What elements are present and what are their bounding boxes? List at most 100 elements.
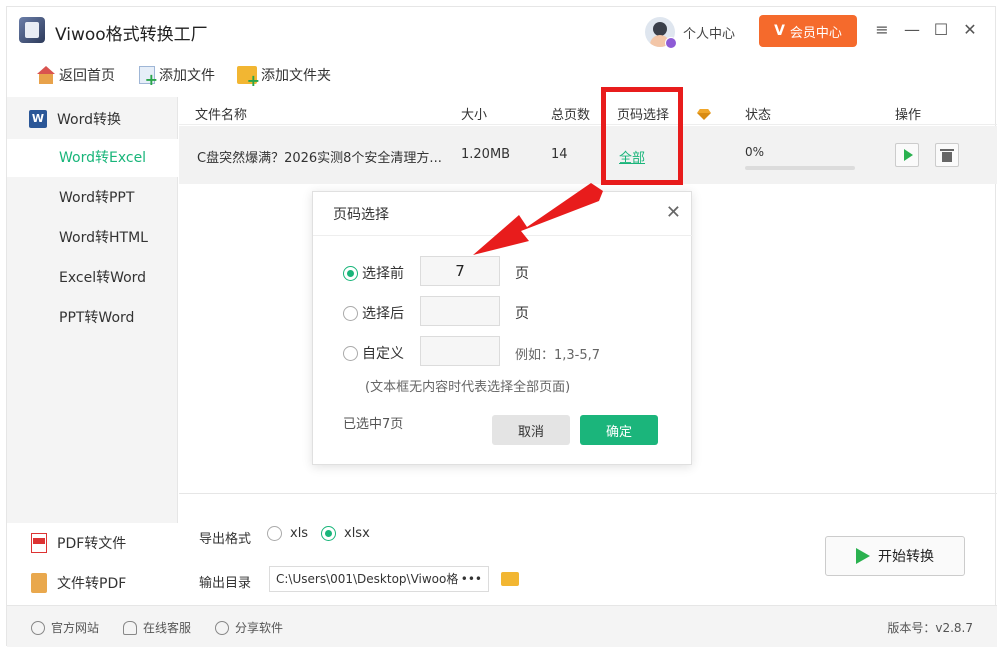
minimize-icon[interactable]: — — [903, 21, 921, 39]
vip-icon: V — [774, 23, 785, 39]
app-title: Viwoo格式转换工厂 — [55, 25, 208, 45]
support-label: 在线客服 — [143, 621, 192, 635]
radio-xls[interactable] — [267, 526, 282, 541]
sidebar-group-label: Word转换 — [57, 112, 121, 128]
highlight-box — [601, 87, 683, 185]
share-icon — [215, 620, 229, 635]
option-first-pages[interactable]: 选择前 — [343, 263, 404, 283]
folder-icon[interactable] — [501, 572, 519, 586]
start-convert-button[interactable]: 开始转换 — [825, 536, 965, 576]
output-dir-field[interactable]: C:\Users\001\Desktop\Viwoo格式 ••• — [269, 566, 489, 592]
website-link[interactable]: 官方网站 — [31, 619, 99, 636]
pdf-to-file-label: PDF转文件 — [57, 536, 127, 552]
table-row[interactable]: C盘突然爆满？2026实测8个安全清理方... 1.20MB 14 全部 0% — [179, 126, 997, 184]
sidebar-item-pdf-to-file[interactable]: PDF转文件 — [31, 533, 126, 553]
word-icon: W — [29, 110, 47, 128]
sidebar-item-word-to-excel[interactable]: Word转Excel — [7, 139, 178, 177]
home-label: 返回首页 — [59, 68, 115, 84]
option-last-pages[interactable]: 选择后 — [343, 303, 404, 323]
format-option-xlsx[interactable]: xlsx — [321, 526, 370, 541]
confirm-button[interactable]: 确定 — [580, 415, 658, 445]
file-name: C盘突然爆满？2026实测8个安全清理方... — [197, 151, 442, 166]
member-center-button[interactable]: V 会员中心 — [759, 15, 857, 47]
col-size: 大小 — [461, 108, 488, 123]
more-icon[interactable]: ••• — [458, 567, 482, 591]
close-icon[interactable]: ✕ — [961, 21, 979, 39]
progress-bar — [745, 166, 855, 170]
add-folder-label: 添加文件夹 — [261, 68, 331, 84]
app-window: Viwoo格式转换工厂 个人中心 V 会员中心 ≡ — ☐ ✕ 返回首页 添加文… — [6, 6, 997, 647]
option-custom-label: 自定义 — [362, 346, 404, 362]
diamond-icon — [697, 109, 711, 119]
support-link[interactable]: 在线客服 — [123, 619, 191, 636]
sidebar-bottom: PDF转文件 文件转PDF — [7, 523, 178, 604]
play-icon — [856, 548, 870, 564]
format-option-xls[interactable]: xls — [267, 526, 308, 541]
col-status: 状态 — [745, 108, 772, 123]
add-file-icon — [139, 66, 158, 89]
last-pages-input[interactable] — [420, 296, 500, 326]
option-custom-pages[interactable]: 自定义 — [343, 343, 404, 363]
radio-xlsx[interactable] — [321, 526, 336, 541]
page-count: 14 — [551, 147, 568, 162]
menu-icon[interactable]: ≡ — [873, 21, 891, 39]
file-icon — [31, 573, 47, 593]
sidebar-group-word[interactable]: W Word转换 — [29, 109, 121, 129]
version-label: 版本号：v2.8.7 — [887, 621, 973, 635]
share-link[interactable]: 分享软件 — [215, 619, 283, 636]
output-dir-label: 输出目录 — [199, 576, 252, 591]
globe-icon — [31, 620, 45, 635]
status-text: 0% — [745, 145, 765, 159]
unit-label-last: 页 — [515, 306, 529, 322]
play-button[interactable] — [895, 143, 919, 167]
sidebar-item-word-to-ppt[interactable]: Word转PPT — [7, 179, 178, 217]
pdf-icon — [31, 533, 47, 553]
col-name: 文件名称 — [195, 108, 248, 123]
sidebar-item-file-to-pdf[interactable]: 文件转PDF — [31, 573, 126, 593]
option-first-label: 选择前 — [362, 266, 404, 282]
website-label: 官方网站 — [51, 621, 100, 635]
share-label: 分享软件 — [235, 621, 284, 635]
home-button[interactable]: 返回首页 — [35, 65, 115, 85]
toolbar: 返回首页 添加文件 添加文件夹 — [7, 57, 997, 95]
col-pages: 总页数 — [551, 108, 591, 123]
app-logo-icon — [19, 17, 45, 43]
file-size: 1.20MB — [461, 147, 511, 162]
add-file-button[interactable]: 添加文件 — [139, 65, 215, 89]
cancel-button[interactable]: 取消 — [492, 415, 570, 445]
table-header: 文件名称 大小 总页数 页码选择 状态 操作 — [179, 99, 997, 125]
add-folder-button[interactable]: 添加文件夹 — [237, 65, 331, 90]
title-bar: Viwoo格式转换工厂 个人中心 V 会员中心 ≡ — ☐ ✕ — [7, 7, 997, 57]
sidebar: W Word转换 Word转Excel Word转PPT Word转HTML E… — [7, 97, 178, 604]
dialog-title: 页码选择 — [333, 207, 389, 223]
format-label: 导出格式 — [199, 532, 252, 547]
radio-custom[interactable] — [343, 345, 358, 361]
sidebar-item-ppt-to-word[interactable]: PPT转Word — [7, 299, 178, 337]
maximize-icon[interactable]: ☐ — [932, 21, 950, 39]
start-convert-label: 开始转换 — [878, 549, 934, 565]
file-to-pdf-label: 文件转PDF — [57, 576, 127, 592]
output-dir-value: C:\Users\001\Desktop\Viwoo格式 — [276, 572, 471, 586]
add-file-label: 添加文件 — [159, 68, 215, 84]
output-panel: 导出格式 xls xlsx 输出目录 C:\Users\001\Desktop\… — [179, 493, 997, 604]
vip-badge-icon — [665, 37, 677, 49]
status-bar: 官方网站 在线客服 分享软件 版本号：v2.8.7 — [7, 605, 997, 647]
radio-first[interactable] — [343, 265, 358, 281]
format-xls-label: xls — [290, 526, 309, 541]
delete-button[interactable] — [935, 143, 959, 167]
close-icon[interactable]: ✕ — [666, 202, 681, 223]
headset-icon — [123, 620, 137, 635]
sidebar-item-excel-to-word[interactable]: Excel转Word — [7, 259, 178, 297]
option-last-label: 选择后 — [362, 306, 404, 322]
sidebar-item-word-to-html[interactable]: Word转HTML — [7, 219, 178, 257]
custom-example: 例如：1,3-5,7 — [515, 348, 601, 363]
member-center-label: 会员中心 — [789, 25, 842, 41]
custom-pages-input[interactable] — [420, 336, 500, 366]
annotation-arrow-icon — [473, 183, 603, 255]
selected-count: 已选中7页 — [343, 417, 404, 432]
radio-last[interactable] — [343, 305, 358, 321]
user-center-link[interactable]: 个人中心 — [683, 23, 735, 42]
format-xlsx-label: xlsx — [344, 526, 370, 541]
col-action: 操作 — [895, 108, 922, 123]
empty-hint: (文本框无内容时代表选择全部页面) — [365, 380, 571, 395]
